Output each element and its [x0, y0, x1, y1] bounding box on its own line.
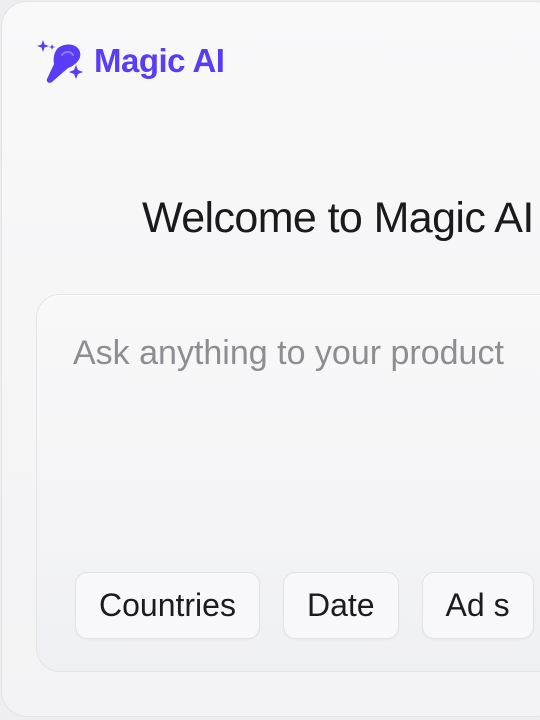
welcome-heading: Welcome to Magic AI [142, 194, 534, 242]
brand-name: Magic AI [94, 42, 225, 79]
filter-chip-countries[interactable]: Countries [75, 572, 260, 639]
brand-logo[interactable]: Magic AI [36, 38, 225, 84]
filter-chips: Countries Date Ad s [75, 572, 534, 639]
prompt-card: Countries Date Ad s [36, 294, 540, 672]
app-window: Magic AI Welcome to Magic AI Countries D… [1, 1, 540, 717]
prompt-input[interactable] [73, 331, 540, 375]
filter-chip-ad-set[interactable]: Ad s [421, 572, 534, 639]
sparkle-comet-icon [37, 40, 83, 83]
filter-chip-date[interactable]: Date [282, 572, 399, 639]
